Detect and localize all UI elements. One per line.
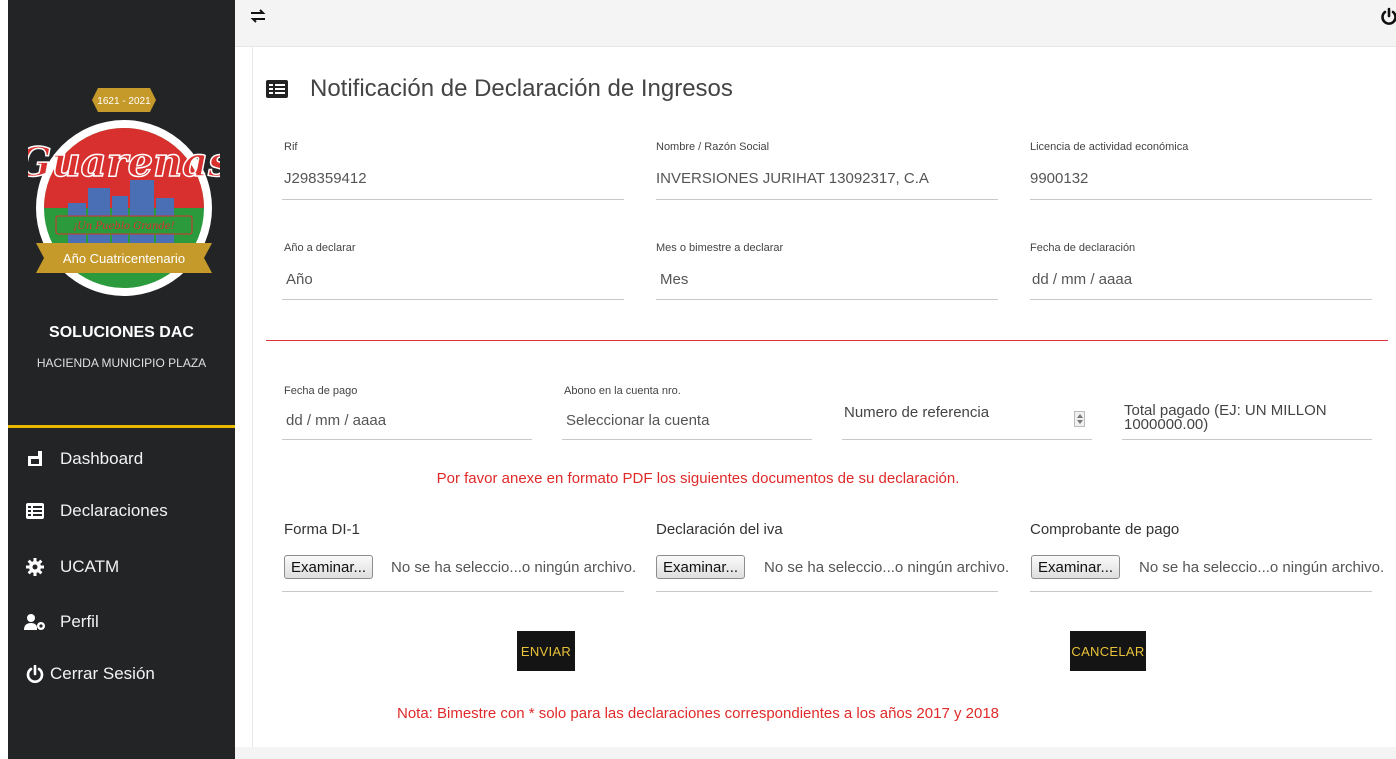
svg-text:¡Un Pueblo Grande!: ¡Un Pueblo Grande! [73,221,174,232]
sidebar-item-ucatm[interactable]: UCATM [24,553,119,581]
total-pagado-input[interactable]: Total pagado (EJ: UN MILLON 1000000.00) [1124,403,1364,432]
list-icon [24,501,46,521]
dashboard-icon [24,449,46,469]
abono-underline [562,439,812,440]
anio-select[interactable]: Año [286,271,313,288]
licencia-label: Licencia de actividad económica [1030,141,1189,153]
list-icon [266,80,288,98]
total-pagado-underline [1122,439,1372,440]
sidebar-item-dashboard[interactable]: Dashboard [24,445,143,473]
declaracion-iva-browse-button[interactable]: Examinar... [656,555,746,579]
svg-text:Año Cuatricentenario: Año Cuatricentenario [63,251,185,266]
forma-di1-file-status: No se ha seleccio...o ningún archivo. [391,559,637,576]
sidebar: ¡Un Pueblo Grande! Año Cuatricentenario … [8,0,235,759]
svg-text:1621 - 2021: 1621 - 2021 [97,96,151,107]
fecha-pago-underline [282,439,532,440]
sidebar-item-cerrar-sesion[interactable]: Cerrar Sesión [24,660,155,688]
sidebar-item-label: Dashboard [60,449,144,468]
fecha-declaracion-input[interactable]: dd / mm / aaaa [1032,271,1132,288]
rif-label: Rif [284,141,298,153]
declaracion-iva-label: Declaración del iva [656,521,783,538]
licencia-input[interactable]: 9900132 [1030,170,1088,187]
fecha-pago-label: Fecha de pago [284,385,358,397]
mes-underline [656,299,998,300]
nombre-underline [656,199,998,200]
nombre-input[interactable]: INVERSIONES JURIHAT 13092317, C.A [656,170,929,187]
sidebar-item-perfil[interactable]: Perfil [24,608,99,636]
attachment-notice: Por favor anexe en formato PDF los sigui… [436,470,960,487]
comprobante-pago-browse-button[interactable]: Examinar... [1031,555,1121,579]
forma-di1-label: Forma DI-1 [284,521,360,538]
mes-select[interactable]: Mes [660,271,688,288]
referencia-underline [842,439,1092,440]
rif-input[interactable]: J298359412 [284,170,367,187]
gear-icon [24,557,46,577]
bimestre-note: Nota: Bimestre con * solo para las decla… [396,705,1000,722]
sidebar-item-label: UCATM [60,557,120,576]
forma-di1-browse-button[interactable]: Examinar... [284,555,374,579]
fecha-declaracion-label: Fecha de declaración [1030,242,1136,254]
sidebar-divider [8,425,235,428]
page-title: Notificación de Declaración de Ingresos [310,75,733,102]
anio-label: Año a declarar [284,242,356,254]
anio-underline [282,299,624,300]
referencia-stepper[interactable] [1074,411,1085,427]
cancelar-button[interactable]: CANCELAR [1070,631,1146,671]
abono-label: Abono en la cuenta nro. [564,385,681,397]
forma-di1-underline [282,591,624,592]
user-gear-icon [24,612,46,632]
power-icon [24,664,46,684]
referencia-input[interactable]: Numero de referencia [844,404,989,421]
svg-text:Guarenas: Guarenas [28,139,220,186]
logout-power-icon[interactable] [1381,7,1396,25]
nombre-label: Nombre / Razón Social [656,141,770,153]
rif-underline [282,199,624,200]
sidebar-item-declaraciones[interactable]: Declaraciones [24,497,168,525]
content-border [252,47,253,747]
abono-select[interactable]: Seleccionar la cuenta [566,412,709,429]
declaracion-iva-underline [656,591,998,592]
page-header: Notificación de Declaración de Ingresos [266,72,733,106]
company-subtitle: HACIENDA MUNICIPIO PLAZA [36,356,207,370]
sidebar-item-label: Declaraciones [60,501,168,520]
sidebar-item-label: Perfil [60,612,99,631]
top-bar [235,0,1396,47]
comprobante-pago-file-status: No se ha seleccio...o ningún archivo. [1139,559,1385,576]
fecha-pago-input[interactable]: dd / mm / aaaa [286,412,386,429]
municipality-logo: ¡Un Pueblo Grande! Año Cuatricentenario … [17,48,231,296]
licencia-underline [1030,199,1372,200]
sidebar-toggle-icon[interactable] [249,7,267,25]
sidebar-item-label: Cerrar Sesión [50,664,155,683]
section-divider [266,340,1388,341]
window-edge [0,0,8,759]
content-footer-strip [235,747,1396,759]
mes-label: Mes o bimestre a declarar [656,242,784,254]
comprobante-pago-underline [1030,591,1372,592]
comprobante-pago-label: Comprobante de pago [1030,521,1180,538]
declaracion-iva-file-status: No se ha seleccio...o ningún archivo. [764,559,1010,576]
enviar-button[interactable]: ENVIAR [517,631,575,671]
fecha-declaracion-underline [1030,299,1372,300]
company-name: SOLUCIONES DAC [49,324,194,341]
